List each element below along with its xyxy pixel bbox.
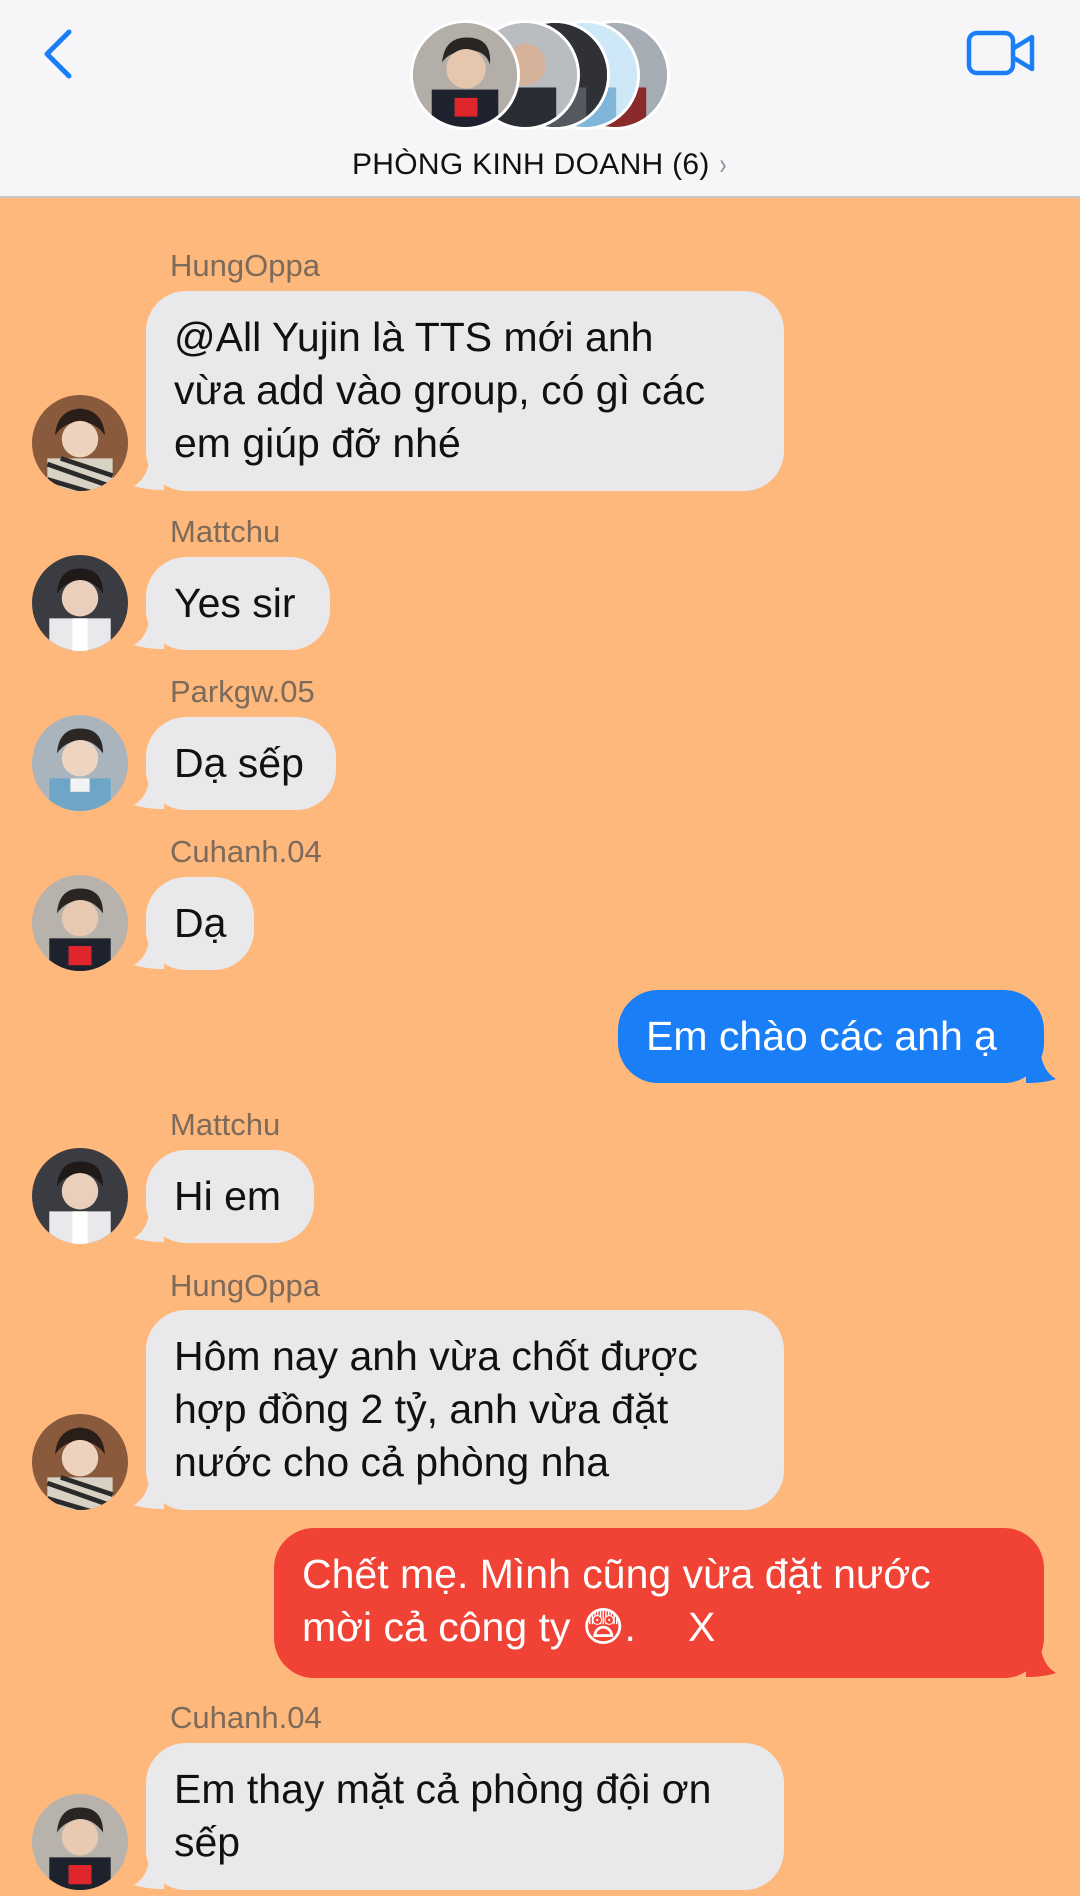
bubble-tail: [134, 1475, 164, 1509]
video-call-button[interactable]: [966, 28, 1036, 78]
message-line: mời cả công ty 😨. X: [302, 1601, 1016, 1654]
bubble-tail: [134, 615, 164, 649]
sender-name: HungOppa: [170, 248, 320, 283]
message-line: em giúp đỡ nhé: [174, 420, 461, 466]
sender-name: Cuhanh.04: [170, 834, 322, 869]
message-line: vừa add vào group, có gì các: [174, 367, 706, 413]
avatar[interactable]: [32, 1414, 128, 1510]
bubble-tail: [134, 1208, 164, 1242]
avatar[interactable]: [32, 1148, 128, 1244]
message-line: @All Yujin là TTS mới anh: [174, 314, 654, 360]
message-text: Hi em: [174, 1173, 282, 1219]
message-bubble[interactable]: Hi em: [146, 1150, 314, 1243]
sender-name: Mattchu: [170, 1107, 281, 1142]
bubble-tail: [134, 775, 164, 809]
group-title-text: PHÒNG KINH DOANH (6): [352, 148, 710, 181]
group-title[interactable]: PHÒNG KINH DOANH (6) ›: [0, 148, 1080, 182]
video-camera-icon: [966, 30, 1035, 76]
avatar[interactable]: [32, 555, 128, 651]
avatar[interactable]: [32, 395, 128, 491]
message-line: Hôm nay anh vừa chốt được: [174, 1333, 698, 1379]
message-line: sếp: [174, 1819, 241, 1865]
chevron-left-icon: [44, 29, 72, 79]
message-line: nước cho cả phòng nha: [174, 1439, 610, 1485]
bubble-tail: [1026, 1049, 1056, 1083]
bubble-tail: [1026, 1643, 1056, 1677]
avatar[interactable]: [32, 715, 128, 811]
back-button[interactable]: [38, 26, 78, 82]
chevron-right-icon: ›: [719, 148, 727, 181]
sender-name: HungOppa: [170, 1268, 320, 1303]
member-avatar: [410, 20, 520, 130]
x-mark: X: [687, 1604, 716, 1650]
message-bubble-outgoing[interactable]: Chết mẹ. Mình cũng vừa đặt nước mời cả c…: [274, 1528, 1044, 1678]
bubble-tail: [134, 935, 164, 969]
bubble-tail: [134, 1855, 164, 1889]
sender-name: Parkgw.05: [170, 674, 315, 709]
message-bubble[interactable]: @All Yujin là TTS mới anh vừa add vào gr…: [146, 291, 784, 491]
avatar[interactable]: [32, 875, 128, 971]
chat-header: PHÒNG KINH DOANH (6) ›: [0, 0, 1080, 198]
message-line-text: mời cả công ty 😨.: [302, 1604, 636, 1650]
message-line: hợp đồng 2 tỷ, anh vừa đặt: [174, 1386, 669, 1432]
bubble-tail: [134, 456, 164, 490]
avatar[interactable]: [32, 1794, 128, 1890]
sender-name: Mattchu: [170, 514, 281, 549]
message-bubble[interactable]: Yes sir: [146, 557, 330, 650]
message-text: Yes sir: [174, 580, 296, 626]
message-text: Dạ sếp: [174, 740, 304, 786]
sender-name: Cuhanh.04: [170, 1700, 322, 1735]
message-bubble-outgoing[interactable]: Em chào các anh ạ: [618, 990, 1044, 1083]
group-avatar-stack[interactable]: [410, 20, 670, 132]
message-text: Dạ: [174, 900, 227, 946]
message-line: Em thay mặt cả phòng đội ơn: [174, 1766, 712, 1812]
message-bubble[interactable]: Hôm nay anh vừa chốt được hợp đồng 2 tỷ,…: [146, 1310, 784, 1510]
message-text: Em chào các anh ạ: [646, 1013, 997, 1059]
message-bubble[interactable]: Em thay mặt cả phòng đội ơn sếp: [146, 1743, 784, 1890]
message-bubble[interactable]: Dạ sếp: [146, 717, 336, 810]
message-line: Chết mẹ. Mình cũng vừa đặt nước: [302, 1551, 931, 1597]
